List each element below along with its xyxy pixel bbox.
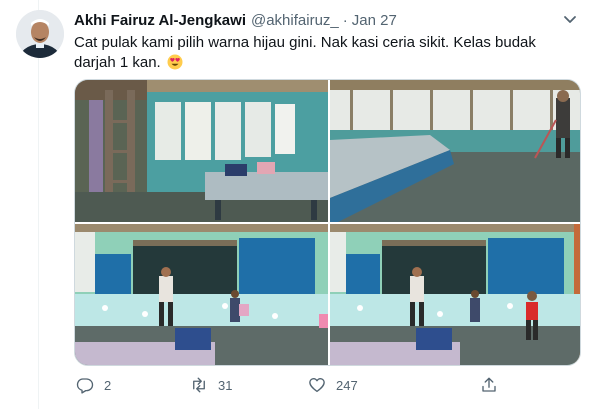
- classroom-photo-icon: [75, 80, 328, 222]
- separator-dot: ·: [342, 11, 348, 29]
- avatar[interactable]: [16, 10, 64, 58]
- tweet-header: Akhi Fairuz Al-Jengkawi @akhifairuz_ · J…: [74, 10, 579, 30]
- retweet-icon: [193, 377, 205, 393]
- author-handle[interactable]: @akhifairuz_: [251, 12, 339, 29]
- like-button[interactable]: 247: [308, 373, 358, 397]
- retweet-count: 31: [218, 377, 233, 393]
- reply-count: 2: [104, 377, 112, 393]
- tweet-body: Cat pulak kami pilih warna hijau gini. N…: [74, 34, 536, 71]
- classroom-photo-icon: [330, 224, 580, 365]
- heart-icon: [309, 378, 325, 393]
- tweet-text: Cat pulak kami pilih warna hijau gini. N…: [74, 33, 579, 73]
- share-button[interactable]: [480, 373, 498, 397]
- tweet-menu-button[interactable]: [561, 12, 579, 28]
- thread-rule: [38, 0, 39, 409]
- media-grid: [74, 79, 581, 366]
- share-icon: [482, 377, 496, 392]
- tweet-actions: 2 31 247: [74, 373, 514, 397]
- retweet-button[interactable]: 31: [190, 373, 232, 397]
- reply-button[interactable]: 2: [76, 373, 111, 397]
- like-count: 247: [336, 377, 358, 393]
- tweet-date[interactable]: Jan 27: [352, 12, 397, 29]
- heart-eyes-emoji-icon: [167, 54, 183, 70]
- classroom-photo-icon: [75, 224, 328, 365]
- author-name[interactable]: Akhi Fairuz Al-Jengkawi: [74, 12, 246, 29]
- reply-icon: [76, 378, 94, 394]
- photo-2[interactable]: [330, 80, 580, 222]
- classroom-photo-icon: [330, 80, 580, 222]
- chevron-down-icon: [564, 16, 576, 23]
- photo-3[interactable]: [75, 224, 328, 365]
- photo-4[interactable]: [330, 224, 580, 365]
- photo-1[interactable]: [75, 80, 328, 222]
- avatar-icon: [16, 10, 64, 58]
